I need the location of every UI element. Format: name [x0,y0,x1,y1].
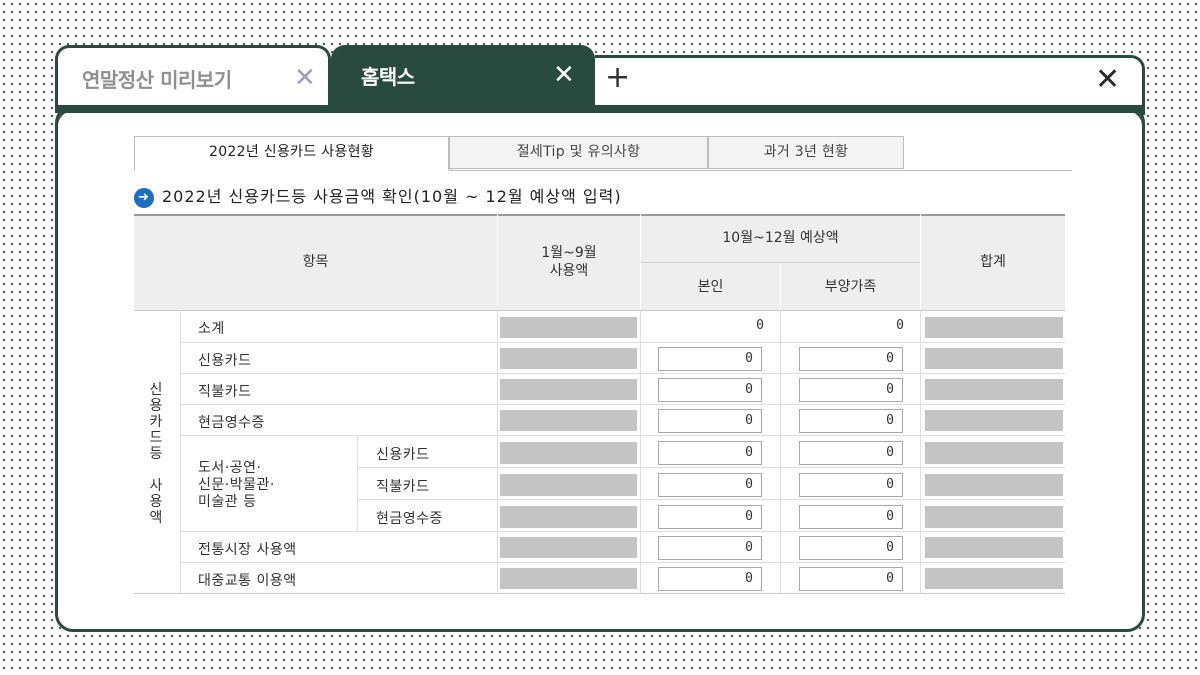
self-amount-input[interactable]: 0 [658,378,762,402]
subtab-bar: 2022년 신용카드 사용현황 절세Tip 및 유의사항 과거 3년 현황 [134,136,1072,171]
window-close-icon[interactable]: ✕ [1095,65,1120,95]
total-cell [925,317,1063,338]
subtotal-self-value: 0 [756,318,764,333]
self-amount-input[interactable]: 0 [658,505,762,529]
tab-label: 홈택스 [361,65,415,89]
row-label-subtotal: 소계 [198,321,225,337]
tab-close-icon[interactable]: ✕ [553,62,575,88]
tab-hometax[interactable]: 홈택스 ✕ [331,45,595,111]
jan-sep-cell [500,537,637,558]
jan-sep-cell [500,474,637,496]
jan-sep-cell [500,506,637,528]
tab-close-icon[interactable]: ✕ [294,65,316,91]
jan-sep-cell [500,410,637,431]
row-label-debit-card: 직불카드 [198,384,252,400]
self-amount-input[interactable]: 0 [658,347,762,371]
self-amount-input[interactable]: 0 [658,441,762,465]
dependents-amount-input[interactable]: 0 [799,473,903,497]
row-label-credit-card: 신용카드 [198,353,252,369]
culture-group-label: 도서·공연· 신문·박물관· 미술관 등 [198,460,275,511]
row-label-culture-credit-card: 신용카드 [376,447,430,463]
self-amount-input[interactable]: 0 [658,473,762,497]
jan-sep-cell [500,379,637,400]
subtab-card-status[interactable]: 2022년 신용카드 사용현황 [134,136,449,171]
row-label-culture-cash-receipt: 현금영수증 [376,511,443,527]
jan-sep-cell [500,568,637,589]
header-oct-dec: 10월~12월 예상액 [641,214,920,262]
dependents-amount-input[interactable]: 0 [799,378,903,402]
total-cell [925,568,1063,589]
culture-label-line3: 미술관 등 [198,494,257,510]
tab-label: 연말정산 미리보기 [82,68,232,92]
subtotal-dependents-value: 0 [896,318,904,333]
header-jan-sep-line1: 1월~9월 [541,245,597,261]
row-label-cash-receipt: 현금영수증 [198,415,265,431]
tab-year-end-preview[interactable]: 연말정산 미리보기 ✕ [55,45,331,111]
total-cell [925,537,1063,558]
browser-window: 연말정산 미리보기 ✕ 홈택스 ✕ + ✕ 2022년 신용카드 사용현황 절세… [55,45,1145,632]
subtab-tax-tips[interactable]: 절세Tip 및 유의사항 [449,136,708,169]
total-cell [925,379,1063,400]
dependents-amount-input[interactable]: 0 [799,441,903,465]
jan-sep-cell [500,317,637,338]
self-amount-input[interactable]: 0 [658,409,762,433]
row-label-culture-debit-card: 직불카드 [376,479,430,495]
header-dependents: 부양가족 [781,263,920,310]
jan-sep-cell [500,442,637,464]
total-cell [925,348,1063,369]
header-jan-sep-line2: 사용액 [549,263,589,279]
row-label-public-transport: 대중교통 이용액 [198,573,297,589]
total-cell [925,410,1063,431]
header-item: 항목 [134,214,497,310]
culture-label-line2: 신문·박물관· [198,477,275,493]
section-title-text: 2022년 신용카드등 사용금액 확인(10월 ~ 12월 예상액 입력) [162,187,622,206]
dependents-amount-input[interactable]: 0 [799,536,903,560]
dependents-amount-input[interactable]: 0 [799,409,903,433]
new-tab-icon[interactable]: + [605,63,630,93]
header-self: 본인 [641,263,780,310]
arrow-bullet-icon: ➜ [134,187,154,208]
subtab-past-3-years[interactable]: 과거 3년 현황 [708,136,904,169]
self-amount-input[interactable]: 0 [658,536,762,560]
total-cell [925,442,1063,464]
header-total: 합계 [921,214,1065,310]
dependents-amount-input[interactable]: 0 [799,567,903,591]
header-jan-sep: 1월~9월 사용액 [498,214,640,310]
total-cell [925,474,1063,496]
culture-label-line1: 도서·공연· [198,460,262,476]
self-amount-input[interactable]: 0 [658,567,762,591]
group-label-card-usage: 신용카드등 사용액 [149,382,163,526]
jan-sep-cell [500,348,637,369]
section-title: ➜ 2022년 신용카드등 사용금액 확인(10월 ~ 12월 예상액 입력) [134,183,622,208]
row-label-traditional-market: 전통시장 사용액 [198,542,297,558]
dependents-amount-input[interactable]: 0 [799,505,903,529]
total-cell [925,506,1063,528]
content-divider [55,105,1145,113]
dependents-amount-input[interactable]: 0 [799,347,903,371]
